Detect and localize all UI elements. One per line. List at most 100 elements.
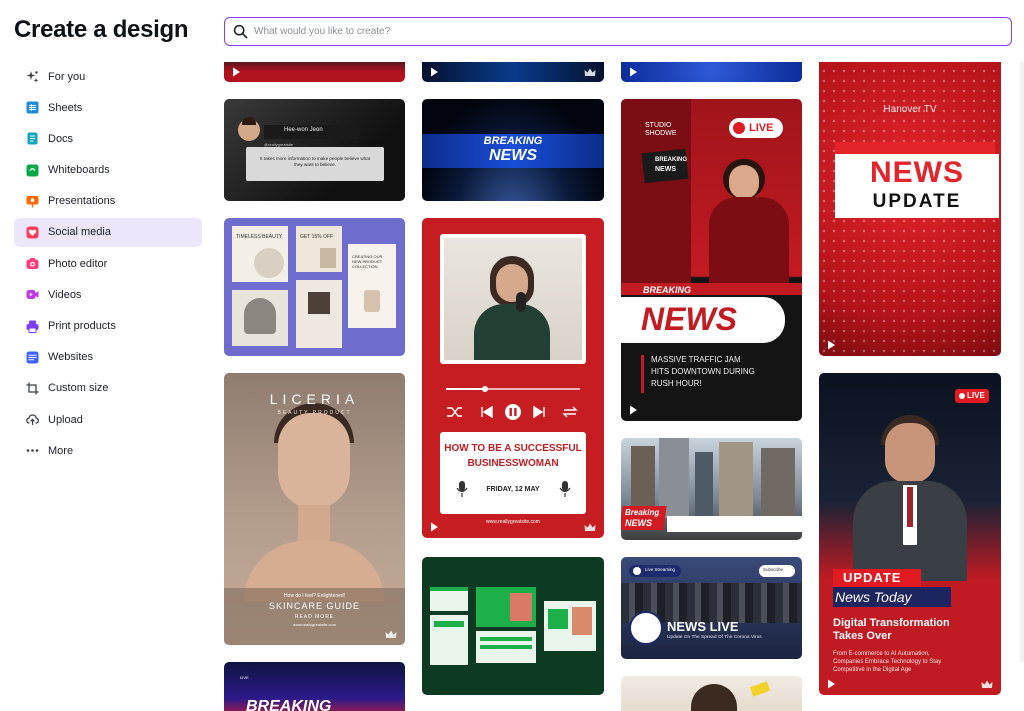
- upload-cloud-icon: [26, 413, 39, 426]
- sidebar-item-presentations[interactable]: Presentations: [14, 187, 202, 216]
- building: [719, 442, 753, 518]
- channel-name: Hanover TV: [883, 104, 937, 115]
- sidebar-item-label: For you: [48, 70, 86, 83]
- tile: [296, 280, 342, 348]
- tile-stripe: [480, 637, 532, 641]
- sidebar-item-websites[interactable]: Websites: [14, 343, 202, 372]
- page-title: Create a design: [14, 16, 189, 43]
- search-icon: [233, 24, 248, 39]
- live-badge: LIVE: [240, 675, 249, 680]
- sidebar: Create a design For you Sheets Docs Whit…: [0, 0, 210, 711]
- crown-icon: [584, 68, 596, 76]
- product-image: [244, 298, 276, 334]
- microphone-icon: [456, 481, 468, 497]
- product-image: [364, 290, 380, 312]
- body-line-3: Competitive in the Digital Age: [833, 667, 912, 673]
- tile-image: [572, 607, 592, 635]
- previous-icon: [481, 405, 493, 419]
- website-url: www.reallygreatsite.com: [486, 519, 540, 525]
- sidebar-item-custom-size[interactable]: Custom size: [14, 374, 202, 403]
- template-card[interactable]: STUDIO SHODWE LIVE BREAKING NEWS BREAKIN…: [621, 99, 802, 421]
- microphone-icon: [559, 481, 571, 497]
- tie: [907, 487, 913, 527]
- category-nav: For you Sheets Docs Whiteboards Presenta…: [14, 62, 202, 467]
- template-card[interactable]: HOW TO BE A SUCCESSFUL BUSINESSWOMAN FRI…: [422, 218, 604, 538]
- body-line-1: From E-commerce to AI Automation,: [833, 651, 930, 657]
- sidebar-item-label: Custom size: [48, 382, 109, 395]
- sidebar-item-label: Upload: [48, 413, 83, 426]
- face: [278, 413, 350, 509]
- template-card[interactable]: [422, 557, 604, 695]
- template-card[interactable]: BREAKING NEWS: [422, 99, 604, 201]
- sidebar-item-label: Sheets: [48, 101, 83, 114]
- headline-line-1: HOW TO BE A SUCCESSFUL: [444, 443, 582, 454]
- template-card[interactable]: LIVE UPDATE News Today Digital Transform…: [819, 373, 1001, 695]
- template-card[interactable]: [224, 62, 405, 82]
- template-card[interactable]: Hee-won Jeon @reallygreatsite It takes m…: [224, 99, 405, 201]
- sidebar-item-more[interactable]: More: [14, 436, 202, 465]
- template-card[interactable]: BREAKING LIVE: [224, 662, 405, 711]
- template-card[interactable]: Live Streaming Subscribe NEWS LIVE Updat…: [621, 557, 802, 659]
- play-icon: [431, 522, 438, 532]
- caption-title: SKINCARE GUIDE: [268, 601, 360, 611]
- jacket: [709, 197, 789, 287]
- video-icon: [26, 288, 39, 301]
- breaking-label: Breaking: [625, 508, 660, 517]
- template-card[interactable]: [621, 62, 802, 82]
- breaking-label: BREAKING: [643, 285, 692, 295]
- ticker: [667, 516, 802, 532]
- tile: [430, 587, 468, 611]
- sidebar-item-photo-editor[interactable]: Photo editor: [14, 249, 202, 278]
- search-bar[interactable]: [224, 17, 1012, 46]
- globe-badge: [629, 611, 663, 645]
- headline-line-2: Takes Over: [833, 630, 892, 642]
- template-card[interactable]: Hanover TV NEWS UPDATE: [819, 62, 1001, 356]
- live-dot: [733, 122, 745, 134]
- brand-subtitle: BEAUTY PRODUCT: [277, 410, 352, 416]
- headline: NEWS: [870, 156, 964, 189]
- read-more-label: READ MORE: [294, 614, 335, 620]
- website-url: www.reallygreatsite.com: [292, 622, 337, 627]
- tile-stripe: [434, 621, 464, 627]
- headline-line-2: BUSINESSWOMAN: [467, 458, 559, 469]
- caption-question: How do I feel? Enlightened!: [283, 593, 346, 599]
- sidebar-item-docs[interactable]: Docs: [14, 124, 202, 153]
- building: [761, 448, 795, 518]
- scrollbar[interactable]: [1020, 62, 1024, 662]
- create-design-panel: Create a design For you Sheets Docs Whit…: [0, 0, 1024, 711]
- template-card[interactable]: [621, 676, 802, 711]
- subscribe-label: Subscribe: [763, 567, 784, 572]
- template-card[interactable]: [422, 62, 604, 82]
- shuffle-icon: [447, 407, 462, 417]
- docs-icon: [26, 132, 39, 145]
- sidebar-item-for-you[interactable]: For you: [14, 62, 202, 91]
- sidebar-item-label: Print products: [48, 320, 116, 332]
- template-card[interactable]: TIMELESS BEAUTY GET 15% OFF CREATING OUR…: [224, 218, 405, 356]
- headline-subtitle: UPDATE: [872, 191, 962, 212]
- template-card[interactable]: Breaking NEWS: [621, 438, 802, 540]
- sidebar-item-label: Social media: [48, 226, 111, 239]
- template-card[interactable]: LICERIA BEAUTY PRODUCT How do I feel? En…: [224, 373, 405, 645]
- sidebar-item-label: Whiteboards: [48, 164, 110, 177]
- sidebar-item-sheets[interactable]: Sheets: [14, 93, 202, 122]
- presentations-icon: [26, 195, 39, 208]
- neck: [298, 505, 330, 545]
- crop-icon: [26, 382, 39, 395]
- product-image: [254, 248, 284, 278]
- play-dot: [633, 567, 641, 575]
- sidebar-item-whiteboards[interactable]: Whiteboards: [14, 156, 202, 185]
- tile-stripe: [548, 609, 568, 629]
- sidebar-item-upload[interactable]: Upload: [14, 405, 202, 434]
- body-line-1: MASSIVE TRAFFIC JAM: [651, 355, 741, 364]
- tile-text: GET 15% OFF: [300, 234, 333, 240]
- headline: NEWS: [641, 301, 737, 337]
- body-line-2: HITS DOWNTOWN DURING: [651, 367, 755, 376]
- sidebar-item-social-media[interactable]: Social media: [14, 217, 202, 247]
- sidebar-item-videos[interactable]: Videos: [14, 280, 202, 309]
- search-input[interactable]: [254, 26, 954, 37]
- progress-thumb[interactable]: [482, 386, 488, 392]
- sidebar-item-print-products[interactable]: Print products: [14, 312, 202, 341]
- mic-flag-line-2: NEWS: [655, 166, 676, 173]
- update-label: UPDATE: [843, 570, 902, 585]
- live-label: LIVE: [967, 391, 985, 400]
